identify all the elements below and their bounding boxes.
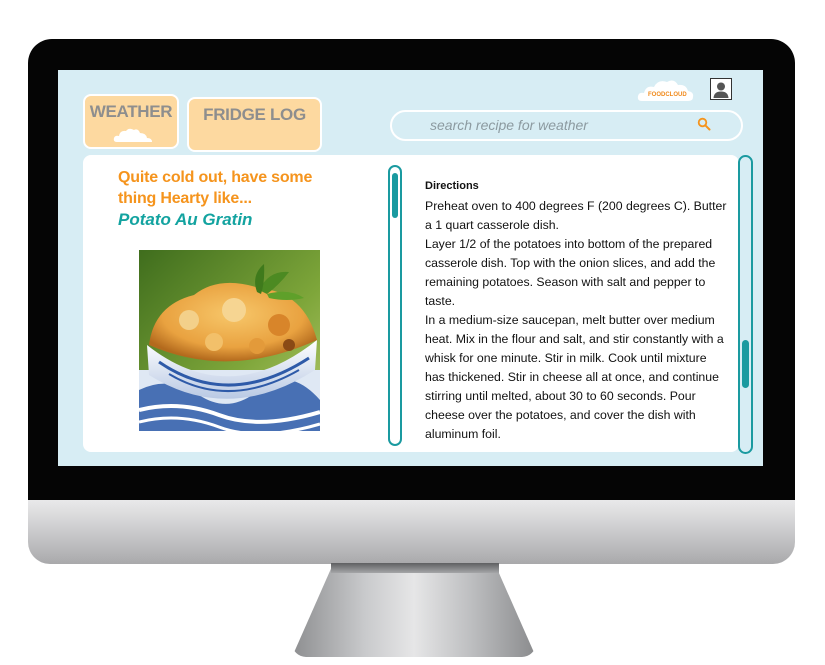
directions-body: Preheat oven to 400 degrees F (200 degre… xyxy=(425,199,727,441)
foodcloud-logo[interactable]: FOODCLOUD xyxy=(636,75,696,103)
cloud-icon xyxy=(113,128,152,142)
logo-text: FOODCLOUD xyxy=(648,92,687,98)
directions-scrollbar[interactable] xyxy=(738,155,753,454)
weather-button-label: WEATHER xyxy=(89,102,173,121)
search-icon[interactable] xyxy=(697,117,711,131)
search-bar[interactable] xyxy=(390,110,743,141)
weather-headline: Quite cold out, have some thing Hearty l… xyxy=(118,169,313,207)
fridge-log-button[interactable]: FRIDGE LOG xyxy=(187,97,322,152)
recipe-photo xyxy=(139,250,320,431)
user-avatar-icon[interactable] xyxy=(710,78,732,100)
directions-panel: Directions Preheat oven to 400 degrees F… xyxy=(403,155,739,452)
recipe-title[interactable]: Potato Au Gratin xyxy=(118,210,252,230)
weather-button[interactable]: WEATHER xyxy=(83,94,179,149)
directions-text: Preheat oven to 400 degrees F (200 degre… xyxy=(425,197,729,444)
monitor-stand-rim xyxy=(331,563,499,573)
fridge-log-button-label: FRIDGE LOG xyxy=(203,105,306,124)
directions-scroll-thumb[interactable] xyxy=(742,340,749,388)
directions-heading: Directions xyxy=(425,180,479,192)
monitor-chin xyxy=(28,500,795,564)
logo-cloud-icon xyxy=(637,80,694,101)
recipe-scroll-thumb[interactable] xyxy=(392,173,398,218)
app-screen: WEATHER FRIDGE LOG FOODCLOUD Quite cold … xyxy=(58,70,763,466)
recipe-panel: Quite cold out, have some thing Hearty l… xyxy=(83,155,403,452)
monitor-stand xyxy=(292,563,536,657)
search-input[interactable] xyxy=(430,117,680,133)
